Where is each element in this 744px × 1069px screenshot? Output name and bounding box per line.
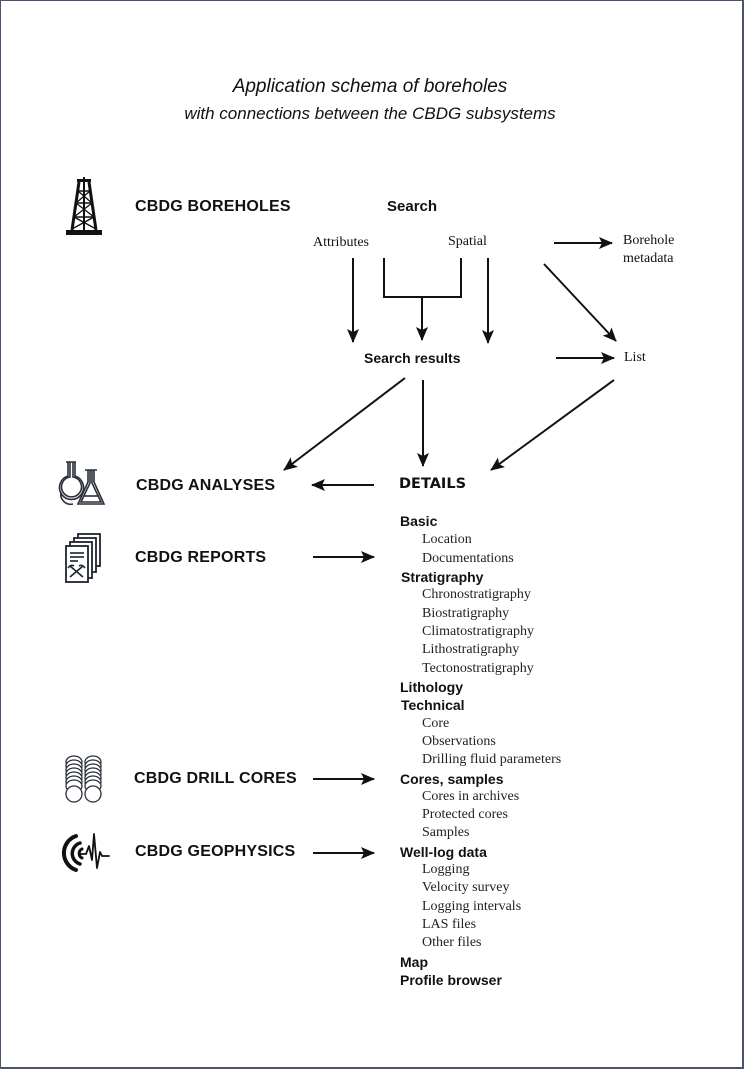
bracket-combined-search [383,258,462,298]
arrow-list-to-details [490,379,615,471]
arrow-results-to-analyses [283,377,406,471]
connector-layer [283,237,617,859]
arrow-spatial-to-list [543,263,617,342]
